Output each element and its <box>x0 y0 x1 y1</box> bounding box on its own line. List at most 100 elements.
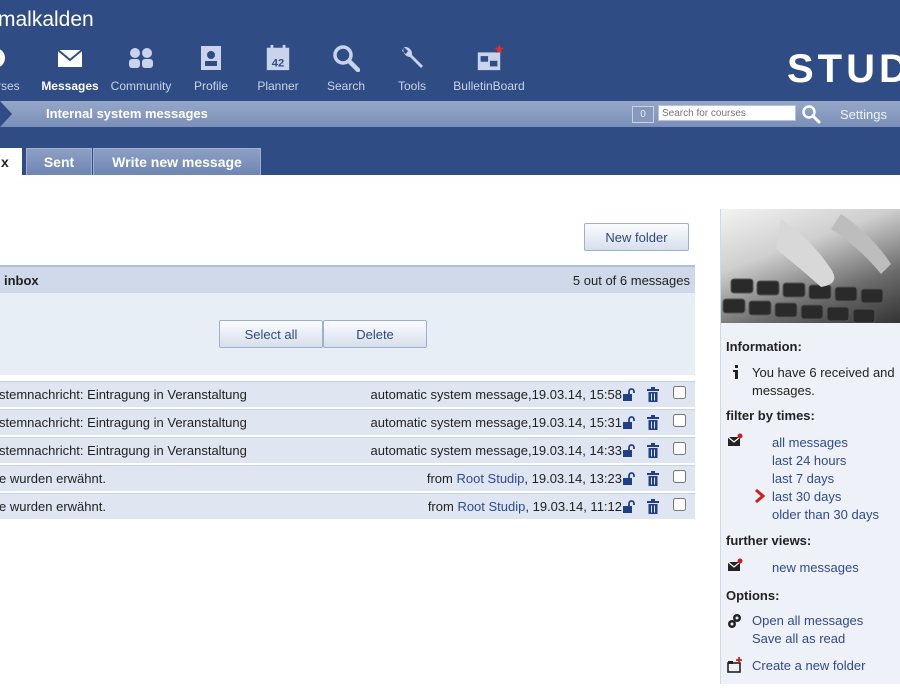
keyboard-image <box>722 214 891 323</box>
trash-icon[interactable] <box>647 443 659 458</box>
message-row[interactable]: e wurden erwähnt. from Root Studip, 19.0… <box>0 493 695 519</box>
nav-profile[interactable]: Profile <box>188 44 234 93</box>
chevron-right-icon <box>755 488 766 504</box>
sidebar: Information: You have 6 received and mes… <box>720 209 900 684</box>
info-icon <box>733 365 738 379</box>
message-row[interactable]: stemnachricht: Eintragung in Veranstaltu… <box>0 437 695 463</box>
nav-courses[interactable]: urses <box>0 44 30 93</box>
delete-button[interactable]: Delete <box>323 320 427 348</box>
message-prefix: automatic system message, <box>370 387 532 402</box>
message-sender[interactable]: Root Studip <box>456 471 524 486</box>
filter-last-24-hours[interactable]: last 24 hours <box>772 453 846 468</box>
nav-label: BulletinBoard <box>453 79 525 93</box>
nav-label: Community <box>110 79 172 93</box>
message-checkbox[interactable] <box>673 414 686 427</box>
message-checkbox[interactable] <box>673 498 686 511</box>
message-meta: from Root Studip, 19.03.14, 11:12 <box>428 499 622 514</box>
message-time: , 19.03.14, 11:12 <box>525 499 622 514</box>
nav-label: Planner <box>257 79 299 93</box>
tab-sent[interactable]: Sent <box>26 148 92 175</box>
site-title: malkalden <box>0 8 94 31</box>
filter-older-than-30-days[interactable]: older than 30 days <box>772 507 879 522</box>
wrench-icon <box>402 46 423 68</box>
gears-icon <box>728 614 741 628</box>
breadcrumb-arrow <box>0 101 12 127</box>
nav-bulletinboard[interactable]: BulletinBoard <box>446 44 532 93</box>
unlock-icon[interactable] <box>622 500 636 514</box>
add-folder-icon <box>727 657 742 673</box>
message-prefix: automatic system message, <box>370 443 532 458</box>
message-subject[interactable]: stemnachricht: Eintragung in Veranstaltu… <box>0 443 247 458</box>
message-checkbox[interactable] <box>673 442 686 455</box>
message-row[interactable]: stemnachricht: Eintragung in Veranstaltu… <box>0 381 695 407</box>
trash-icon[interactable] <box>647 387 659 402</box>
message-checkbox[interactable] <box>673 470 686 483</box>
option-open-all-messages[interactable]: Open all messages <box>752 613 863 628</box>
nav-label: Search <box>326 79 366 93</box>
unlock-icon[interactable] <box>622 472 636 486</box>
inbox-header: inbox 5 out of 6 messages <box>0 265 695 293</box>
unlock-icon[interactable] <box>622 388 636 402</box>
message-subject[interactable]: stemnachricht: Eintragung in Veranstaltu… <box>0 415 247 430</box>
nav-label: urses <box>0 79 20 93</box>
trash-icon[interactable] <box>647 415 659 430</box>
tab-write-new-message[interactable]: Write new message <box>93 148 261 175</box>
nav-label: Messages <box>41 79 99 93</box>
unlock-icon[interactable] <box>622 444 636 458</box>
message-prefix: from <box>426 471 457 486</box>
envelope-icon <box>57 49 83 67</box>
nav-messages[interactable]: Messages <box>38 44 102 93</box>
option-save-all-as-read[interactable]: Save all as read <box>752 631 845 646</box>
calendar-badge: 42 <box>272 57 284 69</box>
keyboard-photo <box>721 209 900 323</box>
message-list: stemnachricht: Eintragung in Veranstaltu… <box>0 381 695 521</box>
sub-navigation-bar: Internal system messages 0 Settings <box>0 101 900 127</box>
calendar-icon: 42 <box>266 44 290 71</box>
settings-link[interactable]: Settings <box>840 107 887 122</box>
message-sender[interactable]: Root Studip <box>457 499 525 514</box>
filter-last-30-days[interactable]: last 30 days <box>772 489 841 504</box>
options-heading: Options: <box>726 588 780 603</box>
nav-label: Tools <box>397 79 426 93</box>
message-checkbox[interactable] <box>673 386 686 399</box>
tab-inbox[interactable]: x <box>0 148 22 175</box>
message-row[interactable]: stemnachricht: Eintragung in Veranstaltu… <box>0 409 695 435</box>
select-all-button[interactable]: Select all <box>219 320 323 348</box>
search-icon <box>333 45 360 72</box>
message-subject[interactable]: stemnachricht: Eintragung in Veranstaltu… <box>0 387 247 402</box>
further-views-heading: further views: <box>726 533 812 548</box>
nav-tools[interactable]: Tools <box>392 44 432 93</box>
courses-icon <box>0 49 5 67</box>
view-new-messages[interactable]: new messages <box>772 560 859 575</box>
notification-counter[interactable]: 0 <box>632 106 654 123</box>
message-row[interactable]: e wurden erwähnt. from Root Studip, 19.0… <box>0 465 695 491</box>
trash-icon[interactable] <box>647 499 659 514</box>
message-time: 19.03.14, 15:58 <box>531 387 622 402</box>
create-new-folder-link[interactable]: Create a new folder <box>752 658 865 673</box>
message-subject[interactable]: e wurden erwähnt. <box>0 471 106 486</box>
inbox-actions: Select all Delete <box>0 293 695 375</box>
information-heading: Information: <box>726 339 802 354</box>
course-search-input[interactable] <box>658 105 796 121</box>
header: malkalden urses Messages Community P <box>0 0 900 175</box>
message-time: 19.03.14, 14:33 <box>531 443 622 458</box>
page-title: Internal system messages <box>46 106 208 121</box>
filter-last-7-days[interactable]: last 7 days <box>772 471 834 486</box>
message-meta: automatic system message,19.03.14, 15:31 <box>371 415 622 430</box>
filter-heading: filter by times: <box>726 408 815 423</box>
community-icon <box>129 48 153 68</box>
message-subject[interactable]: e wurden erwähnt. <box>0 499 106 514</box>
filter-all-messages[interactable]: all messages <box>772 435 848 450</box>
studip-logo: STUD <box>787 47 900 91</box>
new-folder-button[interactable]: New folder <box>584 223 689 251</box>
nav-community[interactable]: Community <box>106 44 176 93</box>
mail-filter-icon <box>727 433 743 446</box>
unlock-icon[interactable] <box>622 416 636 430</box>
nav-search[interactable]: Search <box>322 44 370 93</box>
trash-icon[interactable] <box>647 471 659 486</box>
message-time: , 19.03.14, 13:23 <box>524 471 622 486</box>
message-meta: from Root Studip, 19.03.14, 13:23 <box>427 471 622 486</box>
inbox-title: inbox <box>4 273 39 288</box>
search-icon[interactable] <box>801 104 821 124</box>
nav-planner[interactable]: 42 Planner <box>251 44 305 93</box>
